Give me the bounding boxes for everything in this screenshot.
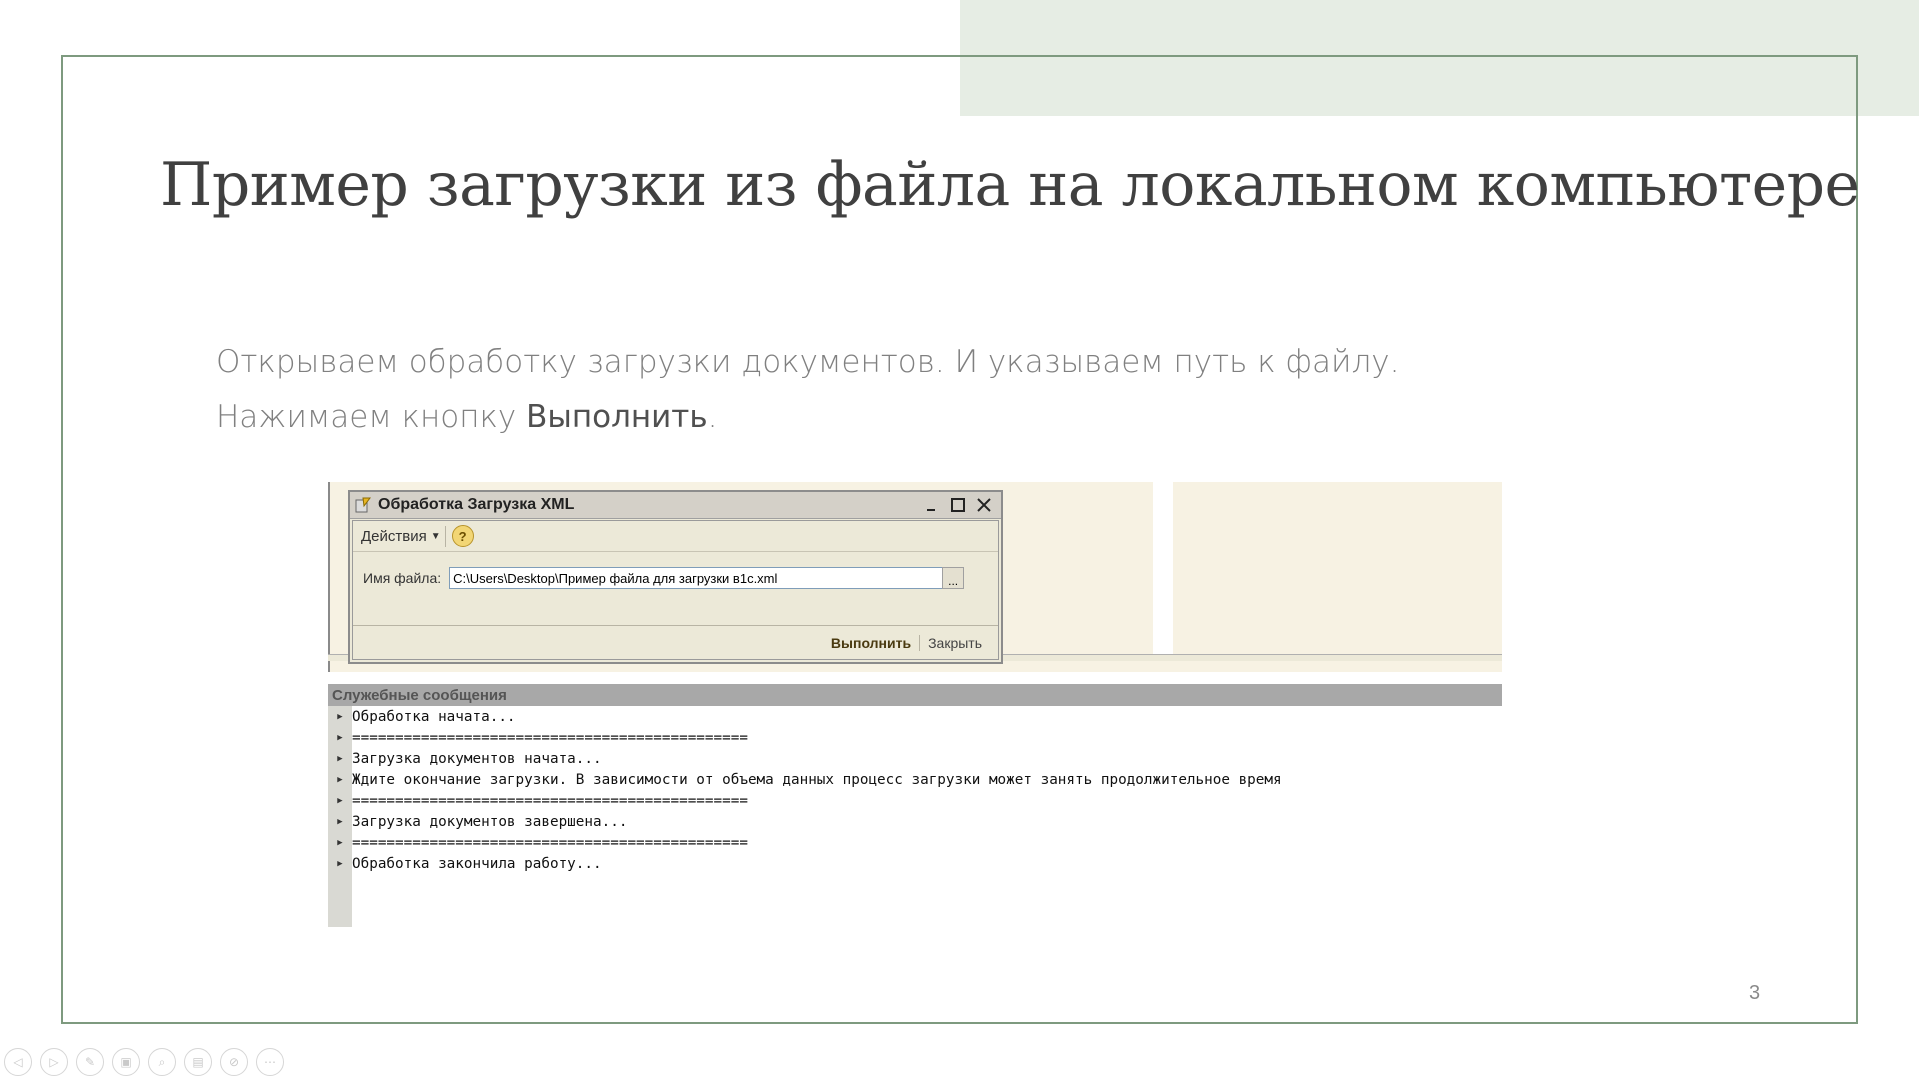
triangle-right-icon: ▶ [337, 711, 343, 722]
message-row[interactable]: ▶ Загрузка документов завершена... [328, 811, 1502, 832]
message-row[interactable]: ▶ =======================================… [328, 832, 1502, 853]
triangle-right-icon: ▶ [337, 837, 343, 848]
message-text: Загрузка документов начата... [352, 750, 602, 767]
triangle-right-icon: ▶ [337, 774, 343, 785]
message-row[interactable]: ▶ Ждите окончание загрузки. В зависимости… [328, 769, 1502, 790]
zoom-icon[interactable]: ⌕ [148, 1048, 176, 1076]
camera-off-icon[interactable]: ⊘ [220, 1048, 248, 1076]
triangle-right-icon: ▶ [337, 795, 343, 806]
load-xml-dialog: Обработка Загрузка XML Действия ▼ ? Имя … [348, 490, 1003, 664]
body-line-2-suffix: . [707, 399, 718, 435]
close-button[interactable]: Закрыть [920, 635, 990, 651]
dialog-titlebar[interactable]: Обработка Загрузка XML [350, 492, 1001, 519]
dialog-footer: Выполнить Закрыть [353, 625, 998, 659]
workspace-gap [1153, 482, 1173, 654]
triangle-right-icon: ▶ [337, 753, 343, 764]
body-line-1: Открываем обработку загрузки документов.… [216, 344, 1400, 380]
file-path-input[interactable]: C:\Users\Desktop\Пример файла для загруз… [449, 567, 965, 589]
messages-list: ▶ Обработка начата... ▶ ==================… [328, 706, 1502, 874]
file-name-row: Имя файла: C:\Users\Desktop\Пример файла… [363, 567, 965, 589]
messages-header: Служебные сообщения [328, 684, 1502, 706]
page-number: 3 [1749, 982, 1761, 1004]
body-line-2-emphasis: Выполнить [526, 399, 708, 435]
message-text: Обработка начата... [352, 708, 516, 725]
dialog-toolbar: Действия ▼ ? [353, 521, 998, 552]
workspace-border [328, 482, 330, 672]
message-text: Ждите окончание загрузки. В зависимости … [352, 771, 1282, 788]
message-row[interactable]: ▶ =======================================… [328, 790, 1502, 811]
actions-menu[interactable]: Действия ▼ [357, 525, 446, 547]
screenshot-workspace: Обработка Загрузка XML Действия ▼ ? Имя … [328, 482, 1502, 672]
message-row[interactable]: ▶ Загрузка документов начата... [328, 748, 1502, 769]
embedded-screenshot: Обработка Загрузка XML Действия ▼ ? Имя … [328, 482, 1502, 927]
slide-title: Пример загрузки из файла на локальном ко… [160, 150, 1860, 220]
run-button[interactable]: Выполнить [823, 634, 921, 651]
window-buttons [921, 494, 995, 516]
pen-icon[interactable]: ✎ [76, 1048, 104, 1076]
triangle-right-icon: ▶ [337, 858, 343, 869]
more-icon[interactable]: ⋯ [256, 1048, 284, 1076]
triangle-right-icon: ▶ [337, 816, 343, 827]
message-row[interactable]: ▶ =======================================… [328, 727, 1502, 748]
browse-button[interactable]: ... [942, 567, 965, 589]
dialog-body: Действия ▼ ? Имя файла: C:\Users\Desktop… [352, 520, 999, 660]
message-text: ========================================… [352, 792, 748, 809]
presentation-controls: ◁ ▷ ✎ ▣ ⌕ ▤ ⊘ ⋯ [4, 1048, 284, 1076]
message-text: Загрузка документов завершена... [352, 813, 628, 830]
triangle-right-icon: ▶ [337, 732, 343, 743]
help-icon[interactable]: ? [451, 525, 474, 547]
file-name-label: Имя файла: [363, 570, 442, 586]
slides-icon[interactable]: ▣ [112, 1048, 140, 1076]
message-text: ========================================… [352, 834, 748, 851]
message-text: Обработка закончила работу... [352, 855, 602, 872]
file-path-value: C:\Users\Desktop\Пример файла для загруз… [453, 570, 778, 586]
maximize-icon[interactable] [947, 494, 969, 516]
subtitles-icon[interactable]: ▤ [184, 1048, 212, 1076]
message-text: ========================================… [352, 729, 748, 746]
message-row[interactable]: ▶ Обработка закончила работу... [328, 853, 1502, 874]
message-row[interactable]: ▶ Обработка начата... [328, 706, 1502, 727]
chevron-down-icon: ▼ [430, 530, 441, 542]
body-line-2-prefix: Нажимаем кнопку [216, 399, 527, 435]
next-icon[interactable]: ▷ [40, 1048, 68, 1076]
actions-label: Действия [361, 527, 427, 545]
processing-icon [354, 496, 372, 514]
dialog-title: Обработка Загрузка XML [378, 496, 575, 513]
previous-icon[interactable]: ◁ [4, 1048, 32, 1076]
minimize-icon[interactable] [921, 494, 943, 516]
body-line-2: Нажимаем кнопку Выполнить. [216, 399, 718, 435]
close-icon[interactable] [973, 494, 995, 516]
